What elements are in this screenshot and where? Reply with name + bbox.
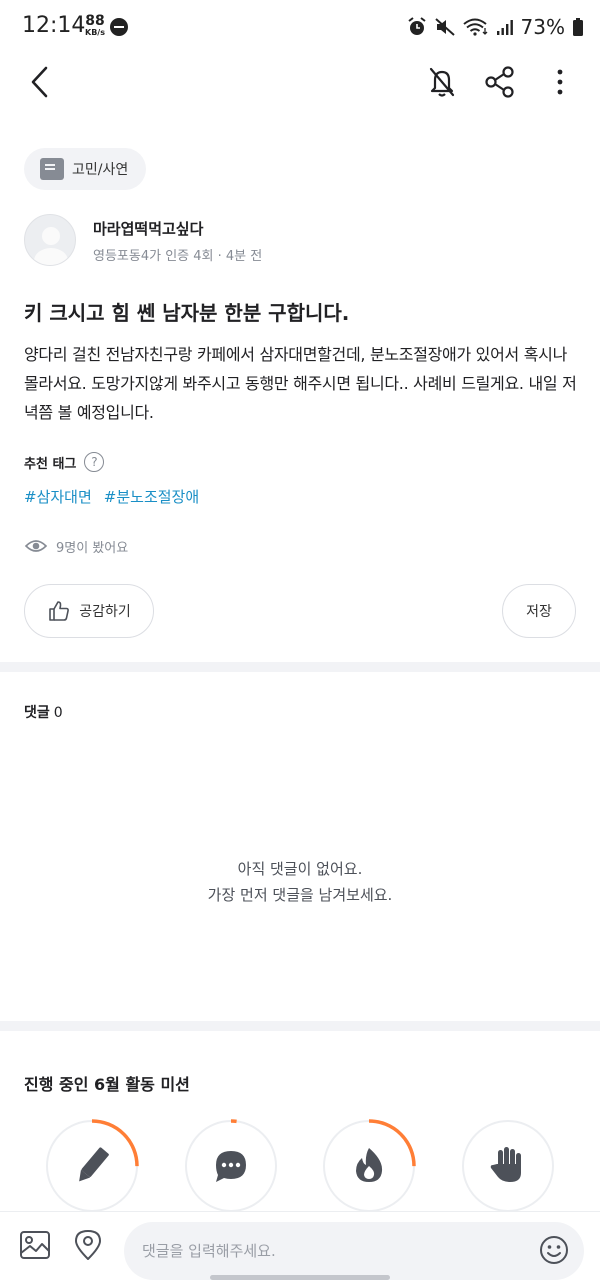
status-time: 12:14 [22,13,86,38]
wifi-icon [462,18,488,36]
board-icon [40,158,64,180]
recommended-tags-label: 추천 태그 [24,456,77,472]
empty-line-1: 아직 댓글이 없어요. [237,860,363,878]
status-icons: 73% [407,14,584,40]
section-divider [0,1021,600,1031]
like-button[interactable]: 공감하기 [24,584,154,638]
comment-header: 댓글 0 [24,702,63,722]
comment-input[interactable] [124,1222,584,1280]
like-label: 공감하기 [79,604,131,620]
recommended-tags-heading: 추천 태그 ? [24,452,105,472]
tag-list: #삼자대면 #분노조절장애 [24,486,199,507]
battery-icon [573,18,583,36]
author-meta: 영등포동4가 인증 4회 · 4분 전 [93,249,263,264]
mute-icon [434,18,455,36]
category-chip[interactable]: 고민/사연 [24,148,147,190]
status-bar: 12:14 88 KB/s 73% [0,0,600,54]
comment-count: 0 [53,705,63,721]
save-button[interactable]: 저장 [502,584,576,638]
save-label: 저장 [526,604,552,620]
battery-percent: 73% [520,15,565,39]
mission-item[interactable] [183,1118,279,1214]
mission-item[interactable] [321,1118,417,1214]
location-icon[interactable] [71,1228,105,1262]
image-icon[interactable] [18,1228,52,1262]
help-icon[interactable]: ? [84,452,105,472]
eye-icon [24,540,48,552]
section-divider [0,662,600,672]
pencil-icon [79,1147,109,1182]
empty-line-2: 가장 먼저 댓글을 남겨보세요. [207,886,393,904]
thumbs-up-icon [49,601,70,621]
network-speed-value: 88 [85,13,105,29]
chat-bubble-icon [216,1151,246,1182]
network-speed-unit: KB/s [85,28,105,37]
emoji-icon[interactable] [538,1234,570,1266]
network-speed: 88 KB/s [84,14,106,37]
back-icon[interactable] [24,64,58,100]
category-label: 고민/사연 [72,162,129,178]
alarm-icon [407,17,426,35]
view-count: 9명이 봤어요 [24,536,128,556]
mission-title: 진행 중인 6월 활동 미션 [24,1075,190,1094]
top-nav-bar [0,54,600,110]
home-indicator [210,1275,390,1280]
mission-item[interactable] [44,1118,140,1214]
dnd-icon [110,18,128,36]
tag-item[interactable]: #삼자대면 [24,486,92,507]
wave-hand-icon [490,1147,521,1182]
view-count-text: 9명이 봤어요 [56,540,129,556]
more-vertical-icon[interactable] [542,64,578,100]
author-name[interactable]: 마라엽떡먹고싶다 [93,218,203,239]
fire-icon [356,1148,383,1182]
avatar[interactable] [24,214,76,266]
tag-item[interactable]: #분노조절장애 [104,486,199,507]
mission-item[interactable] [460,1118,556,1214]
share-icon[interactable] [482,64,518,100]
signal-icon [496,20,513,35]
comments-empty-state: 아직 댓글이 없어요. 가장 먼저 댓글을 남겨보세요. [0,856,600,908]
post-title: 키 크시고 힘 쎈 남자분 한분 구합니다. [24,301,350,325]
comment-label: 댓글 [24,705,50,721]
notification-off-icon[interactable] [424,64,460,100]
post-body: 양다리 걸친 전남자친구랑 카페에서 삼자대면할건데, 분노조절장애가 있어서 … [24,345,577,422]
